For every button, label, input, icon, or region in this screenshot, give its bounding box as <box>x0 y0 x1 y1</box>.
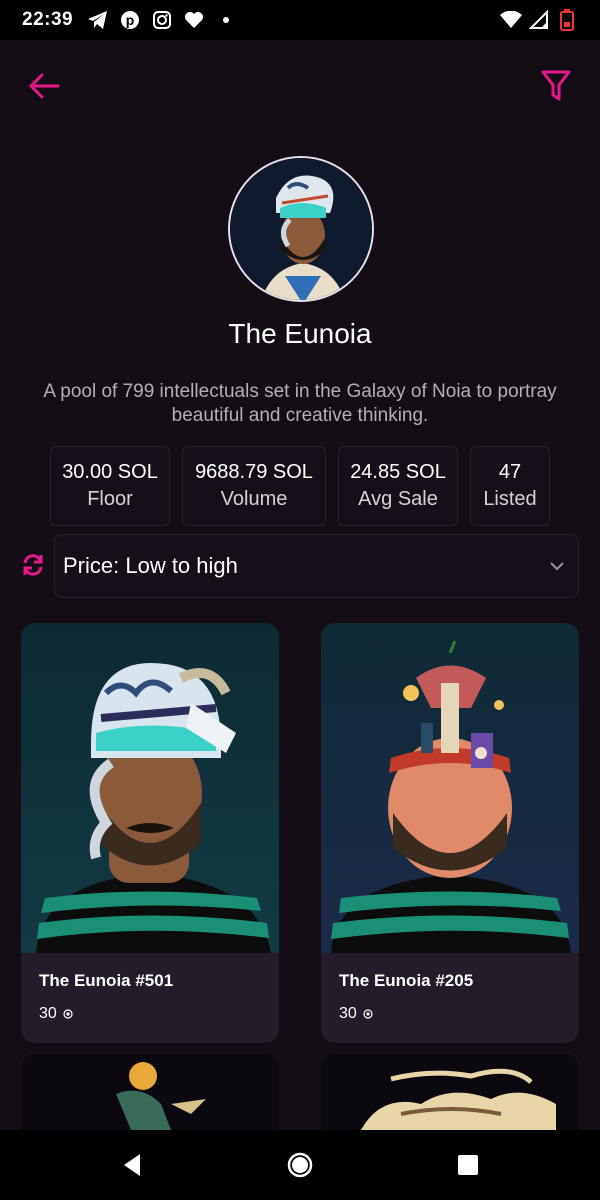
stats-row: 30.00 SOL Floor 9688.79 SOL Volume 24.85… <box>50 446 550 526</box>
pinterest-icon: p <box>119 9 141 31</box>
top-bar <box>0 60 600 116</box>
stat-volume: 9688.79 SOL Volume <box>182 446 326 526</box>
sol-icon <box>363 1009 373 1019</box>
instagram-icon <box>151 9 173 31</box>
heart-icon <box>183 9 205 31</box>
status-time: 22:39 <box>22 9 74 30</box>
nft-info: The Eunoia #205 30 <box>321 953 579 1043</box>
stat-value: 24.85 SOL <box>350 461 446 483</box>
sort-select[interactable]: Price: Low to high <box>54 534 579 598</box>
back-button[interactable] <box>24 68 64 108</box>
collection-avatar <box>228 156 374 302</box>
collection-title: The Eunoia <box>228 318 372 349</box>
chevron-down-icon <box>548 557 566 575</box>
nft-card[interactable]: The Eunoia #501 30 <box>21 623 279 1043</box>
cellular-icon <box>528 9 550 31</box>
dot-icon <box>215 9 237 31</box>
stat-listed: 47 Listed <box>470 446 550 526</box>
battery-icon <box>556 9 578 31</box>
stat-label: Volume <box>220 488 288 510</box>
stat-label: Avg Sale <box>358 488 438 510</box>
filter-icon <box>541 70 571 107</box>
refresh-icon <box>21 553 45 582</box>
sort-selected-label: Price: Low to high <box>63 553 238 578</box>
svg-text:p: p <box>126 12 135 28</box>
nav-back-icon[interactable] <box>118 1150 148 1180</box>
status-bar: 22:39 p <box>0 0 600 40</box>
nft-image <box>21 623 279 953</box>
filter-button[interactable] <box>536 68 576 108</box>
app-screen: 22:39 p The Eunoia A pool of 799 intelle… <box>0 0 600 1200</box>
system-nav-bar <box>0 1130 600 1200</box>
nft-price: 30 <box>339 1005 357 1022</box>
stat-value: 9688.79 SOL <box>195 461 313 483</box>
stat-label: Floor <box>87 488 133 510</box>
nft-price-row: 30 <box>339 1005 561 1023</box>
nft-image <box>321 623 579 953</box>
stat-avg-sale: 24.85 SOL Avg Sale <box>338 446 458 526</box>
nav-recents-icon[interactable] <box>453 1150 483 1180</box>
telegram-icon <box>87 9 109 31</box>
collection-description: A pool of 799 intellectuals set in the G… <box>43 381 557 426</box>
nft-info: The Eunoia #501 30 <box>21 953 279 1043</box>
sol-icon <box>63 1009 73 1019</box>
wifi-icon <box>500 9 522 31</box>
nft-card[interactable]: The Eunoia #205 30 <box>321 623 579 1043</box>
nav-home-icon[interactable] <box>285 1150 315 1180</box>
stat-floor: 30.00 SOL Floor <box>50 446 170 526</box>
nft-name: The Eunoia #205 <box>339 971 474 990</box>
arrow-left-icon <box>28 73 60 104</box>
nft-name: The Eunoia #501 <box>39 971 174 990</box>
refresh-button[interactable] <box>20 553 46 582</box>
system-icons <box>500 9 578 31</box>
stat-value: 30.00 SOL <box>62 461 158 483</box>
stat-label: Listed <box>483 488 537 510</box>
nft-price: 30 <box>39 1005 57 1022</box>
nft-price-row: 30 <box>39 1005 261 1023</box>
stat-value: 47 <box>498 461 522 483</box>
notification-icons: p <box>87 9 237 31</box>
